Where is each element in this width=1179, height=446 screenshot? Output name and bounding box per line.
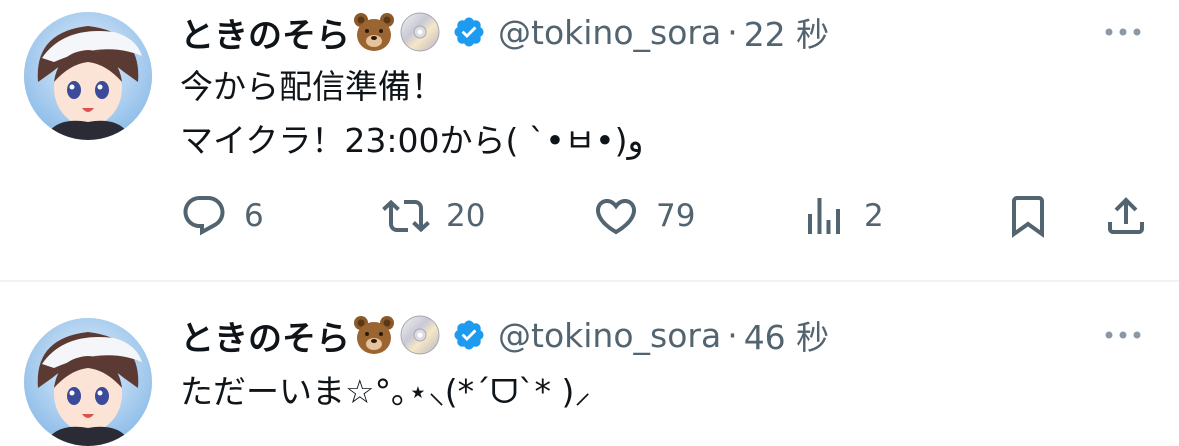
bear-emoji-icon [352,313,396,357]
avatar[interactable] [24,12,152,140]
tweet-text: ただーいま☆°｡⋆⸜(*ˊᗜˋ* )⸝ [180,365,1140,419]
timestamp[interactable]: 46 秒 [744,311,829,359]
tweet-text-line: 今から配信準備！ [180,67,444,106]
user-handle[interactable]: @tokino_sora [498,316,721,355]
reply-count: 6 [244,198,264,234]
cd-emoji-icon [398,313,442,357]
tweet-text: 今から配信準備！ マイクラ！23:00から( ˋ•ㅂ•)و [180,60,1140,168]
user-handle[interactable]: @tokino_sora [498,13,721,52]
tweet-text-line: マイクラ！23:00から( ˋ•ㅂ•)و [180,121,644,160]
like-count: 79 [656,198,696,234]
more-dots-icon[interactable] [1103,22,1143,42]
more-dots-icon[interactable] [1103,325,1143,345]
share-button[interactable] [1102,188,1150,244]
display-name[interactable]: ときのそら [180,311,350,360]
tweet-header: ときのそら [180,8,829,56]
bear-emoji-icon [352,10,396,54]
timestamp[interactable]: 22 秒 [744,8,829,56]
reply-button[interactable]: 6 [180,188,264,244]
verified-badge-icon[interactable] [452,15,486,49]
cd-emoji-icon [398,10,442,54]
display-name[interactable]: ときのそら [180,8,350,57]
tweet-text-line: ただーいま☆°｡⋆⸜(*ˊᗜˋ* )⸝ [180,372,591,411]
retweet-icon [382,192,430,240]
heart-icon [592,192,640,240]
verified-badge-icon[interactable] [452,318,486,352]
tweet-header: ときのそら [180,311,829,359]
separator-dot: · [727,315,738,355]
avatar[interactable] [24,318,152,446]
reply-icon [180,192,228,240]
view-count: 2 [864,198,884,234]
retweet-button[interactable]: 20 [382,188,485,244]
views-button[interactable]: 2 [800,188,884,244]
tweet[interactable]: ときのそら [0,0,1179,280]
tweet[interactable]: ときのそら [0,282,1179,446]
tweet-actions: 6 20 79 2 [180,188,1150,244]
like-button[interactable]: 79 [592,188,695,244]
views-chart-icon [800,192,848,240]
bookmark-icon [1004,192,1052,240]
bookmark-button[interactable] [1004,188,1052,244]
separator-dot: · [727,12,738,52]
retweet-count: 20 [446,198,486,234]
share-icon [1102,192,1150,240]
